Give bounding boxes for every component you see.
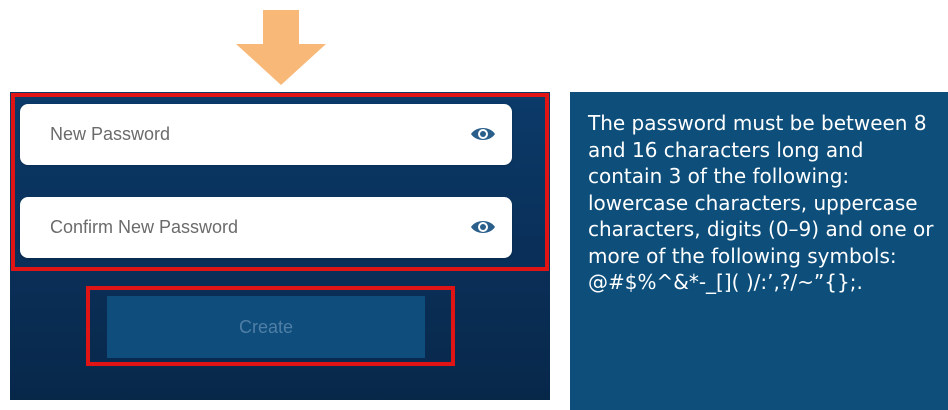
confirm-password-field-container <box>20 197 512 258</box>
password-requirements-panel: The password must be between 8 and 16 ch… <box>570 92 948 410</box>
eye-icon[interactable] <box>470 216 496 238</box>
arrow-down-graphic <box>236 10 326 85</box>
confirm-password-input[interactable] <box>20 197 450 258</box>
eye-icon[interactable] <box>470 123 496 145</box>
new-password-field-container <box>20 104 512 165</box>
new-password-input[interactable] <box>20 104 450 165</box>
create-button[interactable]: Create <box>107 296 425 358</box>
arrow-down-icon <box>236 10 326 85</box>
password-requirements-text: The password must be between 8 and 16 ch… <box>588 111 934 294</box>
